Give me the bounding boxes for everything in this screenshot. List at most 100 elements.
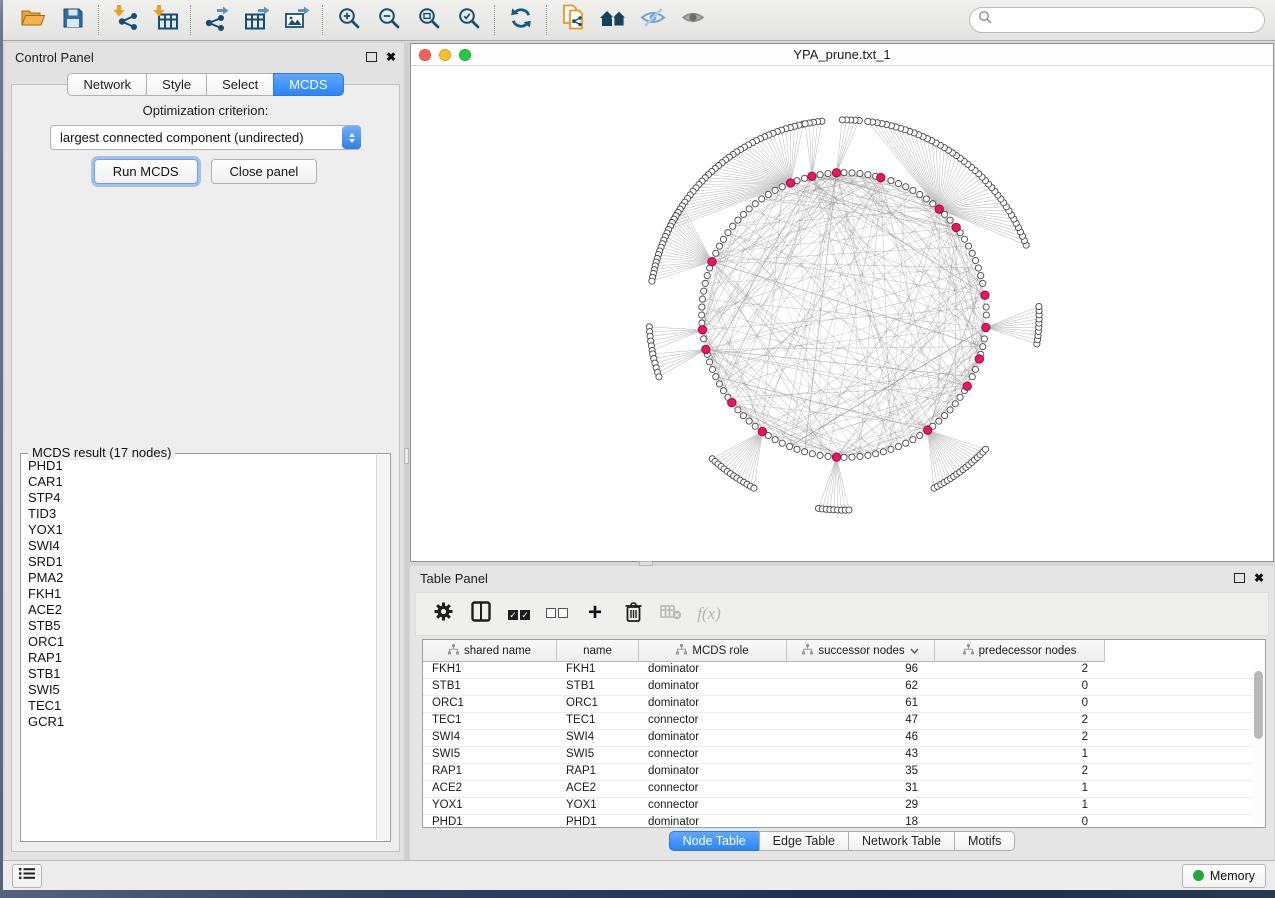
- graph-node[interactable]: [825, 453, 831, 459]
- graph-node[interactable]: [716, 381, 722, 387]
- graph-hub-node[interactable]: [728, 398, 736, 406]
- graph-node[interactable]: [740, 211, 746, 217]
- close-panel-icon[interactable]: ✖: [1254, 572, 1264, 584]
- graph-node[interactable]: [880, 449, 886, 455]
- graph-node[interactable]: [720, 236, 726, 242]
- table-row[interactable]: SWI5SWI5connector431: [423, 747, 1252, 764]
- graph-node[interactable]: [746, 206, 752, 212]
- graph-node[interactable]: [982, 446, 988, 452]
- table-row[interactable]: TEC1TEC1connector472: [423, 713, 1252, 730]
- graph-node[interactable]: [983, 304, 989, 310]
- graph-hub-node[interactable]: [975, 355, 983, 363]
- graph-node[interactable]: [895, 443, 901, 449]
- graph-hub-node[interactable]: [924, 426, 932, 434]
- vertical-splitter[interactable]: [404, 43, 409, 860]
- graph-node[interactable]: [947, 407, 953, 413]
- graph-node[interactable]: [730, 223, 736, 229]
- graph-node[interactable]: [656, 374, 662, 380]
- graph-hub-node[interactable]: [877, 173, 885, 181]
- graph-node[interactable]: [786, 443, 792, 449]
- mcds-result-item[interactable]: SWI5: [28, 682, 377, 698]
- graph-node[interactable]: [735, 407, 741, 413]
- table-settings-button[interactable]: [426, 598, 460, 630]
- table-row[interactable]: ACE2ACE2connector311: [423, 781, 1252, 798]
- graph-hub-node[interactable]: [935, 205, 943, 213]
- graph-node[interactable]: [735, 217, 741, 223]
- graph-hub-node[interactable]: [708, 257, 716, 265]
- column-header-shared-name[interactable]: shared name: [423, 640, 557, 662]
- mcds-result-item[interactable]: TID3: [28, 506, 377, 522]
- graph-node[interactable]: [930, 201, 936, 207]
- close-window-light[interactable]: [419, 49, 431, 61]
- column-header-mcds-role[interactable]: MCDS role: [639, 640, 787, 662]
- mcds-result-item[interactable]: SWI4: [28, 538, 377, 554]
- tab-mcds[interactable]: MCDS: [273, 73, 343, 96]
- graph-node[interactable]: [972, 257, 978, 263]
- graph-node[interactable]: [699, 304, 705, 310]
- network-canvas[interactable]: [411, 65, 1273, 561]
- graph-node[interactable]: [720, 388, 726, 394]
- graph-node[interactable]: [888, 178, 894, 184]
- mcds-result-item[interactable]: PMA2: [28, 570, 377, 586]
- tab-select[interactable]: Select: [206, 73, 274, 96]
- clone-network-button[interactable]: [553, 3, 593, 37]
- memory-button[interactable]: Memory: [1182, 864, 1266, 888]
- search-field[interactable]: [969, 7, 1265, 33]
- import-table-button[interactable]: [145, 3, 185, 37]
- float-panel-icon[interactable]: [366, 52, 377, 62]
- zoom-in-button[interactable]: [329, 3, 369, 37]
- tab-node-table[interactable]: Node Table: [669, 831, 760, 851]
- apply-function-button[interactable]: f(x): [692, 598, 726, 630]
- select-all-button[interactable]: ✓✓: [502, 598, 536, 630]
- graph-node[interactable]: [759, 196, 765, 202]
- mcds-result-item[interactable]: PHD1: [28, 458, 377, 474]
- graph-node[interactable]: [895, 180, 901, 186]
- export-network-button[interactable]: [197, 3, 237, 37]
- graph-node[interactable]: [701, 288, 707, 294]
- column-header-successor-nodes[interactable]: successor nodes: [787, 640, 935, 662]
- zoom-selected-button[interactable]: [449, 3, 489, 37]
- graph-node[interactable]: [802, 121, 808, 127]
- tab-network[interactable]: Network: [67, 73, 147, 96]
- table-row[interactable]: PHD1PHD1dominator180: [423, 815, 1252, 828]
- mcds-result-item[interactable]: YOX1: [28, 522, 377, 538]
- network-window-titlebar[interactable]: YPA_prune.txt_1: [411, 44, 1273, 66]
- graph-node[interactable]: [779, 440, 785, 446]
- graph-hub-node[interactable]: [698, 326, 706, 334]
- graph-node[interactable]: [649, 278, 655, 284]
- minimize-window-light[interactable]: [439, 49, 451, 61]
- mcds-result-item[interactable]: GCR1: [28, 714, 377, 730]
- mcds-result-item[interactable]: ACE2: [28, 602, 377, 618]
- graph-node[interactable]: [699, 312, 705, 318]
- tab-network-table[interactable]: Network Table: [848, 831, 955, 851]
- graph-node[interactable]: [903, 440, 909, 446]
- graph-node[interactable]: [809, 451, 815, 457]
- table-row[interactable]: YOX1YOX1connector291: [423, 798, 1252, 815]
- table-row[interactable]: SWI4SWI4dominator462: [423, 730, 1252, 747]
- graph-node[interactable]: [801, 449, 807, 455]
- graph-node[interactable]: [975, 265, 981, 271]
- graph-node[interactable]: [701, 336, 707, 342]
- search-input[interactable]: [993, 12, 1256, 29]
- graph-node[interactable]: [865, 172, 871, 178]
- float-panel-icon[interactable]: [1234, 573, 1245, 583]
- graph-node[interactable]: [725, 230, 731, 236]
- graph-hub-node[interactable]: [832, 169, 840, 177]
- graph-node[interactable]: [952, 401, 958, 407]
- tab-style[interactable]: Style: [146, 73, 207, 96]
- column-header-predecessor-nodes[interactable]: predecessor nodes: [935, 640, 1105, 662]
- delete-table-button[interactable]: [654, 598, 688, 630]
- graph-hub-node[interactable]: [758, 427, 766, 435]
- save-session-button[interactable]: [53, 3, 93, 37]
- graph-node[interactable]: [983, 312, 989, 318]
- task-history-button[interactable]: [12, 864, 42, 888]
- splitter-grip[interactable]: [404, 448, 409, 464]
- mcds-result-item[interactable]: RAP1: [28, 650, 377, 666]
- graph-node[interactable]: [801, 175, 807, 181]
- mcds-result-item[interactable]: STP4: [28, 490, 377, 506]
- graph-hub-node[interactable]: [808, 172, 816, 180]
- zoom-out-button[interactable]: [369, 3, 409, 37]
- table-row[interactable]: ORC1ORC1dominator610: [423, 696, 1252, 713]
- tab-motifs[interactable]: Motifs: [954, 831, 1015, 851]
- graph-hub-node[interactable]: [963, 382, 971, 390]
